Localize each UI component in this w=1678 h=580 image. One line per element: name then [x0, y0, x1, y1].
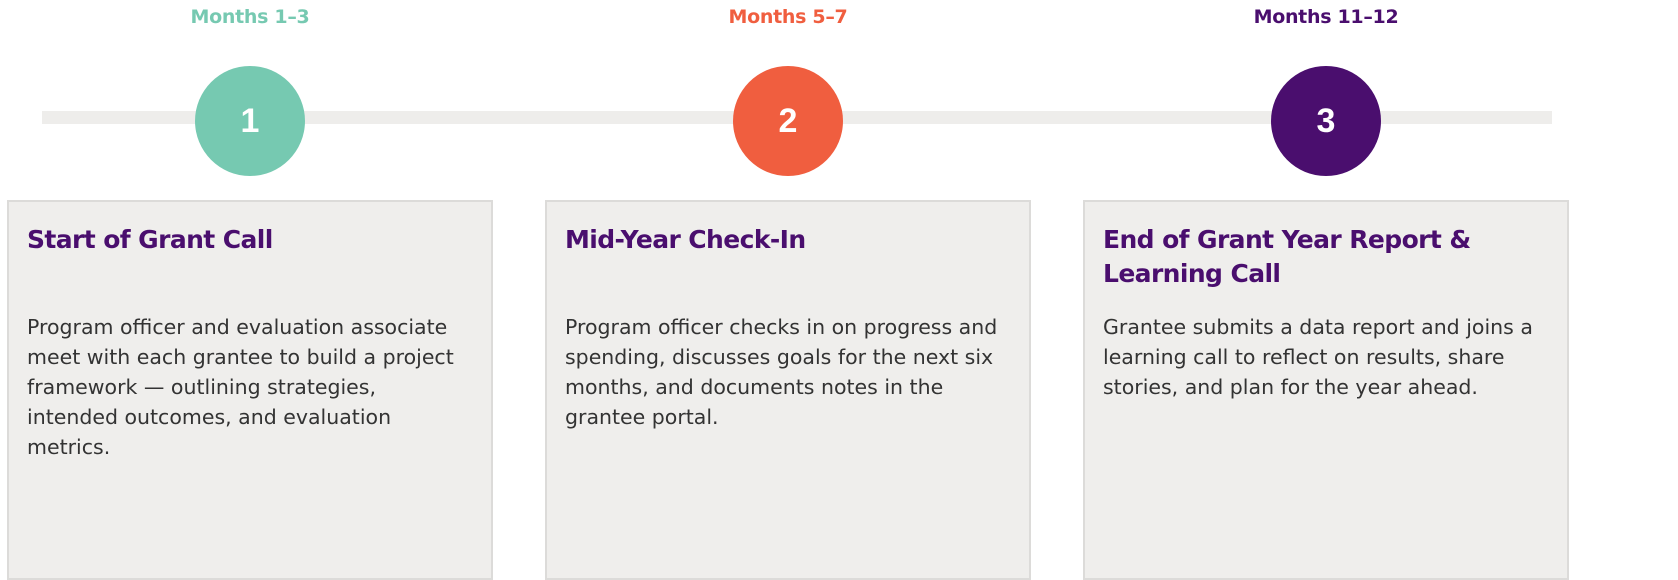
phase-months-label: Months 5–7 [728, 6, 848, 28]
phase-card: Mid-Year Check-In Program officer checks… [545, 200, 1031, 580]
phase-title: Mid-Year Check-In [565, 225, 806, 254]
step-number-circle: 3 [1271, 66, 1381, 176]
step-number-circle: 2 [733, 66, 843, 176]
step-number-circle: 1 [195, 66, 305, 176]
phase-title: End of Grant Year Report & Learning Call [1103, 225, 1471, 288]
phase-title: Start of Grant Call [27, 225, 273, 254]
phase-description: Grantee submits a data report and joins … [1103, 315, 1533, 399]
phase-description: Program officer and evaluation associate… [27, 315, 454, 459]
phase-months-label: Months 1–3 [190, 6, 310, 28]
phase-1: Months 1–3 1 Start of Grant Call Program… [7, 0, 493, 580]
phase-2: Months 5–7 2 Mid-Year Check-In Program o… [545, 0, 1031, 580]
phase-card: End of Grant Year Report & Learning Call… [1083, 200, 1569, 580]
phase-card: Start of Grant Call Program officer and … [7, 200, 493, 580]
phase-3: Months 11–12 3 End of Grant Year Report … [1083, 0, 1569, 580]
phase-description: Program officer checks in on progress an… [565, 315, 998, 429]
phase-months-label: Months 11–12 [1253, 6, 1399, 28]
